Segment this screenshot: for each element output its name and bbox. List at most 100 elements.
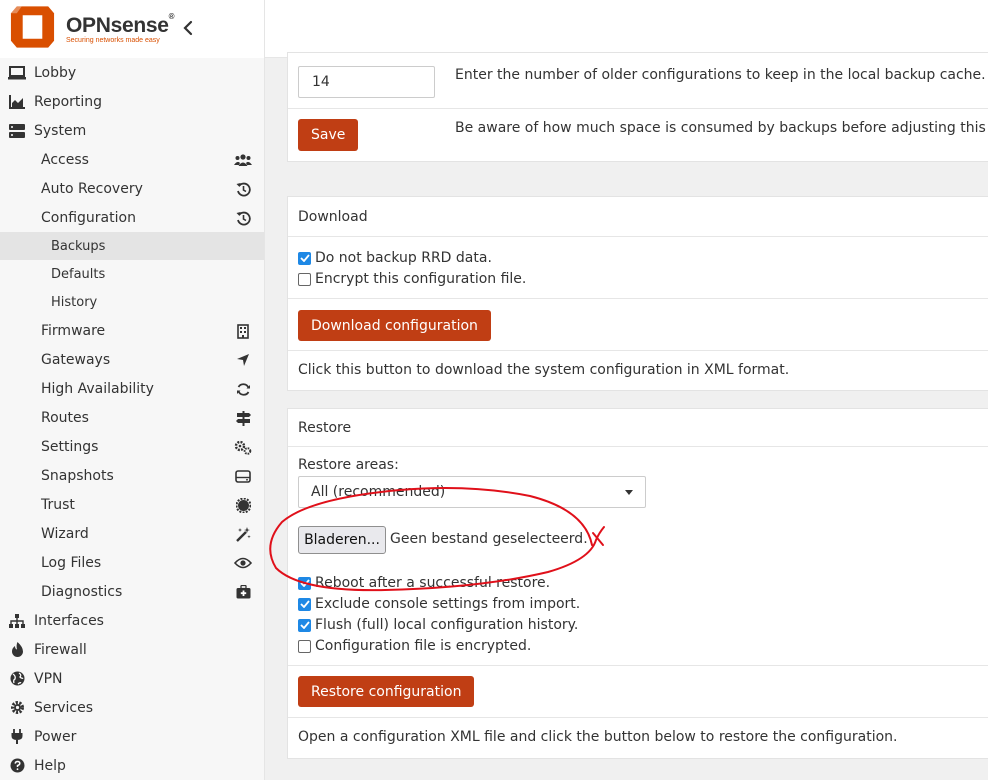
brand-tagline: Securing networks made easy: [66, 37, 160, 44]
location-arrow-icon: [234, 352, 252, 368]
history-icon: [234, 210, 252, 226]
sidebar-item-label: Firmware: [41, 322, 106, 339]
sidebar-item-firmware[interactable]: Firmware: [0, 316, 264, 345]
sidebar-item-backups[interactable]: Backups: [0, 232, 264, 260]
backup-count-row: 14 Enter the number of older configurati…: [288, 53, 988, 109]
sidebar-item-high-availability[interactable]: High Availability: [0, 374, 264, 403]
download-configuration-button[interactable]: Download configuration: [298, 310, 491, 341]
sidebar-item-gateways[interactable]: Gateways: [0, 345, 264, 374]
sidebar-item-label: Interfaces: [34, 612, 104, 629]
history-icon: [234, 181, 252, 197]
file-status: Geen bestand geselecteerd.: [390, 531, 588, 547]
laptop-icon: [8, 65, 26, 81]
brand-header: OPNsense® Securing networks made easy: [0, 0, 264, 58]
sidebar-item-lobby[interactable]: Lobby: [0, 58, 264, 87]
area-chart-icon: [8, 94, 26, 110]
exclude-console-option[interactable]: Exclude console settings from import.: [298, 595, 580, 613]
signs-icon: [234, 410, 252, 426]
download-button-row: Download configuration: [288, 299, 988, 351]
server-icon: [8, 123, 26, 139]
sidebar-item-access[interactable]: Access: [0, 145, 264, 174]
rrd-option-label: Do not backup RRD data.: [315, 250, 492, 266]
sidebar-item-label: High Availability: [41, 380, 154, 397]
restore-button-row: Restore configuration: [288, 666, 988, 718]
flush-history-option[interactable]: Flush (full) local configuration history…: [298, 616, 578, 634]
checkbox-checked[interactable]: [298, 597, 311, 611]
sidebar-item-power[interactable]: Power: [0, 722, 264, 751]
restore-help: Open a configuration XML file and click …: [298, 729, 898, 745]
sidebar-item-firewall[interactable]: Firewall: [0, 635, 264, 664]
sidebar-item-label: Log Files: [41, 554, 102, 571]
sidebar-item-label: Configuration: [41, 209, 136, 226]
sidebar-item-interfaces[interactable]: Interfaces: [0, 606, 264, 635]
sidebar-item-label: Services: [34, 699, 94, 716]
restore-help-row: Open a configuration XML file and click …: [288, 718, 988, 758]
plug-icon: [8, 729, 26, 745]
caret-down-icon: [625, 490, 633, 495]
sidebar: OPNsense® Securing networks made easy Lo…: [0, 0, 265, 780]
reboot-option[interactable]: Reboot after a successful restore.: [298, 574, 550, 592]
sidebar-item-label: Settings: [41, 438, 99, 455]
sidebar-item-label: Firewall: [34, 641, 87, 658]
rrd-option[interactable]: Do not backup RRD data.: [298, 249, 492, 267]
hdd-icon: [234, 468, 252, 484]
sidebar-item-snapshots[interactable]: Snapshots: [0, 461, 264, 490]
checkbox-checked[interactable]: [298, 251, 311, 265]
restore-areas-label: Restore areas:: [298, 457, 399, 473]
sidebar-item-label: Access: [41, 151, 89, 168]
sidebar-item-label: Help: [34, 757, 66, 774]
restore-panel: Restore Restore areas: All (recommended)…: [287, 408, 988, 759]
opnsense-logo-icon[interactable]: [8, 3, 57, 51]
sidebar-item-system[interactable]: System: [0, 116, 264, 145]
checkbox-unchecked[interactable]: [298, 272, 311, 286]
cog-icon: [8, 700, 26, 716]
checkbox-checked[interactable]: [298, 618, 311, 632]
medkit-icon: [234, 584, 252, 600]
encrypt-option-label: Encrypt this configuration file.: [315, 271, 527, 287]
globe-icon: [8, 671, 26, 687]
magic-icon: [234, 526, 252, 542]
restore-configuration-button[interactable]: Restore configuration: [298, 676, 475, 707]
checkbox-unchecked[interactable]: [298, 639, 311, 653]
sidebar-item-log-files[interactable]: Log Files: [0, 548, 264, 577]
sidebar-item-settings[interactable]: Settings: [0, 432, 264, 461]
sidebar-item-defaults[interactable]: Defaults: [0, 260, 264, 288]
encrypted-option-label: Configuration file is encrypted.: [315, 638, 532, 654]
encrypted-option[interactable]: Configuration file is encrypted.: [298, 637, 531, 655]
sidebar-item-auto-recovery[interactable]: Auto Recovery: [0, 174, 264, 203]
save-row: Save Be aware of how much space is consu…: [288, 109, 988, 162]
cogs-icon: [234, 439, 252, 455]
sidebar-item-label: System: [34, 122, 87, 139]
sidebar-item-label: Auto Recovery: [41, 180, 143, 197]
encrypt-option[interactable]: Encrypt this configuration file.: [298, 270, 526, 288]
sidebar-item-diagnostics[interactable]: Diagnostics: [0, 577, 264, 606]
chevron-left-icon[interactable]: [181, 18, 195, 38]
sidebar-item-configuration[interactable]: Configuration: [0, 203, 264, 232]
sidebar-item-label: Diagnostics: [41, 583, 123, 600]
sidebar-item-vpn[interactable]: VPN: [0, 664, 264, 693]
restore-areas-select[interactable]: All (recommended): [298, 476, 646, 508]
eye-icon: [234, 555, 252, 571]
sidebar-item-history[interactable]: History: [0, 288, 264, 316]
sidebar-item-services[interactable]: Services: [0, 693, 264, 722]
sidebar-item-label: Defaults: [51, 266, 106, 282]
sidebar-item-label: Snapshots: [41, 467, 114, 484]
flush-history-option-label: Flush (full) local configuration history…: [315, 617, 579, 633]
checkbox-checked[interactable]: [298, 576, 311, 590]
sidebar-item-help[interactable]: Help: [0, 751, 264, 780]
sidebar-nav: Lobby Reporting System Access Auto Recov…: [0, 58, 264, 780]
main-content: 14 Enter the number of older configurati…: [265, 0, 988, 780]
sidebar-item-routes[interactable]: Routes: [0, 403, 264, 432]
exclude-console-option-label: Exclude console settings from import.: [315, 596, 581, 612]
sidebar-item-reporting[interactable]: Reporting: [0, 87, 264, 116]
sidebar-item-label: Lobby: [34, 64, 77, 81]
sidebar-item-label: Power: [34, 728, 77, 745]
refresh-icon: [234, 381, 252, 397]
backup-count-help: Enter the number of older configurations…: [455, 67, 986, 83]
save-button[interactable]: Save: [298, 119, 359, 151]
sidebar-item-label: Reporting: [34, 93, 103, 110]
browse-file-button[interactable]: Bladeren...: [298, 526, 386, 554]
sidebar-item-trust[interactable]: Trust: [0, 490, 264, 519]
sidebar-item-wizard[interactable]: Wizard: [0, 519, 264, 548]
backup-count-input[interactable]: 14: [298, 66, 435, 98]
